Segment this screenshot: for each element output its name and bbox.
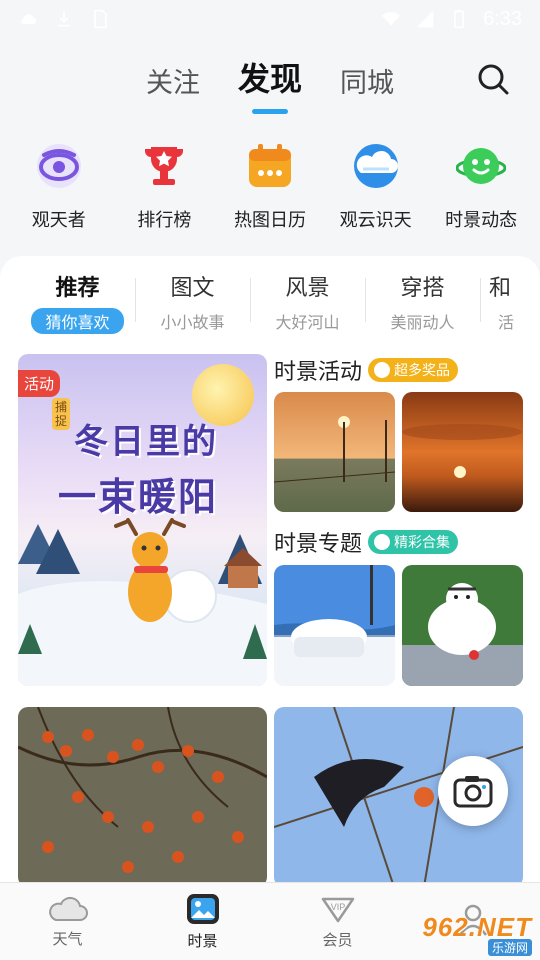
section-title: 时景专题 bbox=[274, 531, 363, 556]
quick-entry-label: 时景动态 bbox=[445, 210, 518, 230]
category-subtitle: 猜你喜欢 bbox=[31, 308, 124, 334]
quick-entry-cloud[interactable]: 观云识天 bbox=[326, 140, 426, 232]
promo-card[interactable]: 活动 捕捉 冬日里的 一束暖阳 bbox=[18, 354, 267, 686]
activity-badge: 活动 bbox=[18, 370, 61, 397]
top-tabs: 关注 发现 同城 bbox=[0, 58, 540, 108]
quick-entry-dynamic[interactable]: 时景动态 bbox=[431, 140, 531, 232]
nav-weather[interactable]: 天气 bbox=[0, 883, 135, 960]
watermark-site-name: 乐游网 bbox=[487, 939, 532, 956]
category-name: 穿搭 bbox=[400, 275, 445, 300]
category-name: 图文 bbox=[170, 275, 215, 300]
status-time: 6:33 bbox=[483, 7, 522, 30]
category-outfit[interactable]: 穿搭 美丽动人 bbox=[365, 270, 480, 336]
category-scenery[interactable]: 风景 大好河山 bbox=[250, 270, 365, 336]
feed-photo-berries[interactable] bbox=[18, 707, 267, 882]
quick-entry-label: 观云识天 bbox=[339, 210, 412, 230]
category-name: 推荐 bbox=[55, 275, 100, 300]
cloud-icon bbox=[350, 140, 402, 192]
photo-icon bbox=[186, 894, 219, 924]
activity-photo-sunset-sky[interactable] bbox=[402, 392, 523, 512]
activity-photo-sunset-field[interactable] bbox=[274, 392, 395, 512]
category-photo-text[interactable]: 图文 小小故事 bbox=[135, 270, 250, 336]
activity-section-header[interactable]: 时景活动 超多奖品 bbox=[274, 354, 459, 386]
download-status-icon bbox=[58, 11, 70, 27]
battery-icon bbox=[454, 9, 465, 29]
sim-status-icon bbox=[94, 9, 107, 29]
vip-icon: VIP bbox=[321, 897, 354, 923]
category-subtitle: 美丽动人 bbox=[390, 315, 455, 332]
capture-tag: 捕捉 bbox=[52, 398, 70, 430]
signal-icon bbox=[416, 10, 434, 28]
topic-section-header[interactable]: 时景专题 精彩合集 bbox=[274, 526, 459, 558]
gift-icon bbox=[374, 362, 391, 378]
quick-entry-label: 排行榜 bbox=[137, 210, 192, 230]
cloud-icon bbox=[48, 896, 88, 921]
nav-label: 天气 bbox=[52, 931, 83, 948]
category-subtitle: 活 bbox=[497, 315, 514, 332]
tab-follow[interactable]: 关注 bbox=[146, 61, 200, 108]
category-recommend[interactable]: 推荐 猜你喜欢 bbox=[20, 270, 135, 336]
category-name: 风景 bbox=[285, 275, 330, 300]
topic-photo-snow-figure[interactable] bbox=[402, 565, 523, 686]
site-watermark: 962.NET 乐游网 bbox=[402, 912, 532, 956]
cloud-status-icon bbox=[21, 14, 37, 24]
tab-discover[interactable]: 发现 bbox=[238, 54, 302, 108]
section-title: 时景活动 bbox=[274, 359, 363, 384]
category-subtitle: 大好河山 bbox=[275, 315, 340, 332]
promo-title-line1: 冬日里的 bbox=[74, 423, 218, 461]
wifi-icon bbox=[381, 12, 401, 26]
quick-entry-label: 观天者 bbox=[31, 210, 86, 230]
category-more[interactable]: 和 活 bbox=[480, 270, 520, 336]
trophy-icon bbox=[138, 140, 190, 192]
nav-scenes[interactable]: 时景 bbox=[135, 883, 270, 960]
nav-label: 时景 bbox=[187, 933, 218, 950]
eye-icon bbox=[33, 140, 85, 192]
camera-icon bbox=[453, 776, 493, 808]
collection-tag-label: 精彩合集 bbox=[394, 534, 451, 550]
topic-photo-snow-car[interactable] bbox=[274, 565, 395, 686]
category-tabs: 推荐 猜你喜欢 图文 小小故事 风景 大好河山 穿搭 美丽动人 和 活 bbox=[0, 256, 540, 336]
category-subtitle: 小小故事 bbox=[160, 315, 225, 332]
camera-button[interactable] bbox=[438, 756, 508, 826]
nav-vip[interactable]: VIP 会员 bbox=[270, 883, 405, 960]
quick-entries: 观天者 排行榜 热图日历 观云识天 时景动态 bbox=[0, 140, 540, 232]
smiley-planet-icon bbox=[455, 140, 507, 192]
quick-entry-calendar[interactable]: 热图日历 bbox=[220, 140, 320, 232]
status-bar: 6:33 bbox=[0, 0, 540, 38]
quick-entry-label: 热图日历 bbox=[233, 210, 306, 230]
tab-local[interactable]: 同城 bbox=[340, 61, 394, 108]
prize-tag-label: 超多奖品 bbox=[394, 362, 451, 378]
promo-title-line2: 一束暖阳 bbox=[58, 477, 219, 519]
search-icon[interactable] bbox=[476, 62, 510, 96]
prize-tag: 超多奖品 bbox=[368, 358, 459, 382]
collection-tag: 精彩合集 bbox=[368, 530, 459, 554]
category-name: 和 bbox=[488, 275, 511, 300]
collection-icon bbox=[374, 534, 391, 550]
svg-text:VIP: VIP bbox=[330, 902, 345, 912]
nav-label: 会员 bbox=[322, 932, 353, 949]
quick-entry-ranking[interactable]: 排行榜 bbox=[114, 140, 214, 232]
calendar-icon bbox=[244, 140, 296, 192]
quick-entry-observer[interactable]: 观天者 bbox=[9, 140, 109, 232]
